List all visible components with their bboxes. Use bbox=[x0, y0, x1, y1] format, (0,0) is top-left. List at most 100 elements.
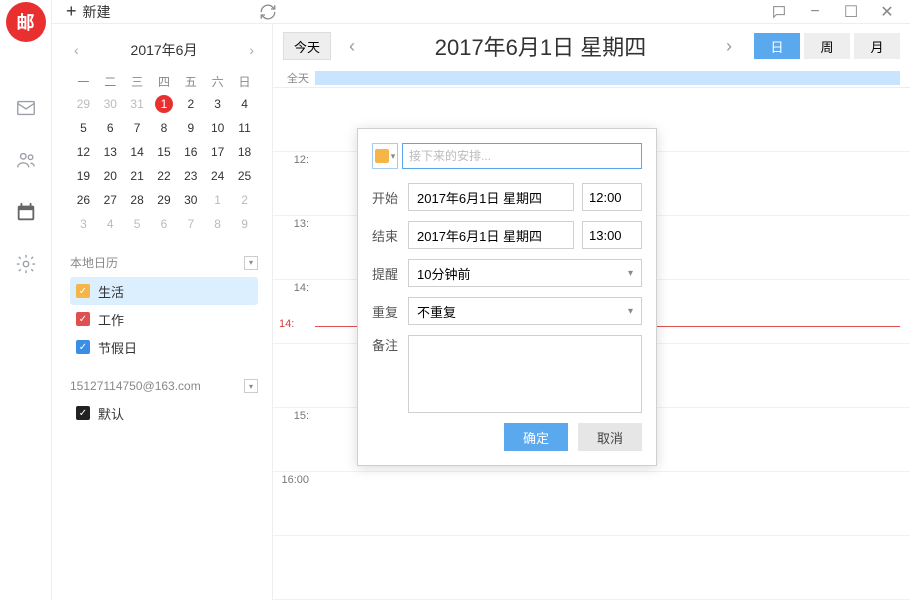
mini-cal-day[interactable]: 12 bbox=[70, 140, 97, 164]
end-time-input[interactable]: 13:00 bbox=[582, 221, 642, 249]
mini-cal-day[interactable]: 18 bbox=[231, 140, 258, 164]
mini-cal-day[interactable]: 30 bbox=[177, 188, 204, 212]
prev-day-button[interactable]: ‹ bbox=[331, 36, 373, 57]
calendar-item-label: 节假日 bbox=[98, 338, 137, 357]
mini-cal-day[interactable]: 8 bbox=[204, 212, 231, 236]
allday-label: 全天 bbox=[273, 70, 315, 86]
start-time-input[interactable]: 12:00 bbox=[582, 183, 642, 211]
refresh-icon[interactable] bbox=[259, 3, 277, 21]
new-button-label: 新建 bbox=[83, 2, 111, 22]
hour-row[interactable]: 16:00 bbox=[273, 472, 910, 536]
allday-strip[interactable] bbox=[315, 71, 900, 85]
mini-cal-day[interactable]: 25 bbox=[231, 164, 258, 188]
end-date-input[interactable]: 2017年6月1日 星期四 bbox=[408, 221, 574, 249]
group-caret-icon[interactable]: ▾ bbox=[244, 379, 258, 393]
mini-cal-day[interactable]: 2 bbox=[177, 92, 204, 116]
comment-icon[interactable] bbox=[770, 3, 788, 21]
calendar-icon[interactable] bbox=[14, 200, 38, 224]
mini-cal-day[interactable]: 5 bbox=[124, 212, 151, 236]
date-title: 2017年6月1日 星期四 bbox=[373, 30, 708, 62]
new-event-dialog: ▾ 开始 2017年6月1日 星期四 12:00 结束 2017年6月1日 星期… bbox=[357, 128, 657, 466]
mini-cal-day[interactable]: 1 bbox=[151, 92, 178, 116]
mini-cal-day[interactable]: 29 bbox=[151, 188, 178, 212]
mini-cal-day[interactable]: 27 bbox=[97, 188, 124, 212]
mini-cal-day[interactable]: 9 bbox=[177, 116, 204, 140]
view-day-tab[interactable]: 日 bbox=[754, 33, 800, 59]
mini-cal-day[interactable]: 7 bbox=[177, 212, 204, 236]
repeat-select[interactable]: 不重复▾ bbox=[408, 297, 642, 325]
mini-cal-day[interactable]: 4 bbox=[97, 212, 124, 236]
view-month-tab[interactable]: 月 bbox=[854, 33, 900, 59]
mini-cal-day[interactable]: 31 bbox=[124, 92, 151, 116]
mini-cal-day[interactable]: 17 bbox=[204, 140, 231, 164]
mini-cal-day[interactable]: 23 bbox=[177, 164, 204, 188]
mini-calendar: 一二三四五六日 29303112345678910111213141516171… bbox=[70, 70, 258, 236]
mini-cal-day[interactable]: 22 bbox=[151, 164, 178, 188]
next-day-button[interactable]: › bbox=[708, 36, 750, 57]
hour-label: 13: bbox=[273, 216, 315, 279]
mini-cal-day[interactable]: 7 bbox=[124, 116, 151, 140]
mini-cal-day[interactable]: 30 bbox=[97, 92, 124, 116]
calendar-checkbox[interactable]: ✓ bbox=[76, 340, 90, 354]
calendar-item-label: 生活 bbox=[98, 282, 124, 301]
mini-cal-day[interactable]: 10 bbox=[204, 116, 231, 140]
memo-textarea[interactable] bbox=[408, 335, 642, 413]
mini-cal-day[interactable]: 2 bbox=[231, 188, 258, 212]
calendar-group-account: 15127114750@163.com ▾ ✓默认 bbox=[70, 379, 258, 427]
mini-cal-day[interactable]: 16 bbox=[177, 140, 204, 164]
calendar-item[interactable]: ✓工作 bbox=[70, 305, 258, 333]
mail-icon[interactable] bbox=[14, 96, 38, 120]
settings-icon[interactable] bbox=[14, 252, 38, 276]
maximize-button[interactable]: ☐ bbox=[842, 3, 860, 21]
weekday-header: 五 bbox=[177, 70, 204, 92]
weekday-header: 三 bbox=[124, 70, 151, 92]
calendar-item[interactable]: ✓ 节假日 bbox=[70, 333, 258, 361]
mini-cal-day[interactable]: 11 bbox=[231, 116, 258, 140]
minimize-button[interactable]: − bbox=[806, 3, 824, 21]
hour-row[interactable] bbox=[273, 536, 910, 600]
mini-cal-day[interactable]: 8 bbox=[151, 116, 178, 140]
mini-cal-day[interactable]: 29 bbox=[70, 92, 97, 116]
mini-cal-day[interactable]: 4 bbox=[231, 92, 258, 116]
group-title: 15127114750@163.com bbox=[70, 379, 201, 393]
mini-cal-day[interactable]: 14 bbox=[124, 140, 151, 164]
mini-cal-day[interactable]: 6 bbox=[151, 212, 178, 236]
reminder-select[interactable]: 10分钟前▾ bbox=[408, 259, 642, 287]
mini-cal-day[interactable]: 6 bbox=[97, 116, 124, 140]
ok-button[interactable]: 确定 bbox=[504, 423, 568, 451]
mini-cal-day[interactable]: 3 bbox=[204, 92, 231, 116]
calendar-item[interactable]: ✓默认 bbox=[70, 399, 258, 427]
new-button[interactable]: + 新建 bbox=[66, 1, 111, 22]
today-button[interactable]: 今天 bbox=[283, 32, 331, 60]
calendar-item[interactable]: ✓ 生活 bbox=[70, 277, 258, 305]
calendar-checkbox[interactable]: ✓ bbox=[76, 284, 90, 298]
end-label: 结束 bbox=[372, 226, 408, 245]
mini-cal-day[interactable]: 1 bbox=[204, 188, 231, 212]
mini-cal-day[interactable]: 5 bbox=[70, 116, 97, 140]
mini-cal-day[interactable]: 19 bbox=[70, 164, 97, 188]
start-date-input[interactable]: 2017年6月1日 星期四 bbox=[408, 183, 574, 211]
sidebar: ‹ 2017年6月 › 一二三四五六日 29303112345678910111… bbox=[52, 24, 272, 600]
cancel-button[interactable]: 取消 bbox=[578, 423, 642, 451]
mini-cal-day[interactable]: 9 bbox=[231, 212, 258, 236]
contacts-icon[interactable] bbox=[14, 148, 38, 172]
calendar-checkbox[interactable]: ✓ bbox=[76, 406, 90, 420]
view-week-tab[interactable]: 周 bbox=[804, 33, 850, 59]
event-title-input[interactable] bbox=[402, 143, 642, 169]
calendar-group-local: 本地日历 ▾ ✓生活✓工作✓节假日 bbox=[70, 254, 258, 361]
mini-cal-title: 2017年6月 bbox=[83, 40, 246, 60]
group-caret-icon[interactable]: ▾ bbox=[244, 256, 258, 270]
calendar-checkbox[interactable]: ✓ bbox=[76, 312, 90, 326]
close-button[interactable]: ✕ bbox=[878, 3, 896, 21]
mini-cal-day[interactable]: 26 bbox=[70, 188, 97, 212]
mini-cal-day[interactable]: 20 bbox=[97, 164, 124, 188]
mini-cal-day[interactable]: 24 bbox=[204, 164, 231, 188]
calendar-picker[interactable]: ▾ bbox=[372, 143, 398, 169]
prev-month-button[interactable]: ‹ bbox=[70, 42, 83, 58]
mini-cal-day[interactable]: 21 bbox=[124, 164, 151, 188]
mini-cal-day[interactable]: 13 bbox=[97, 140, 124, 164]
mini-cal-day[interactable]: 3 bbox=[70, 212, 97, 236]
next-month-button[interactable]: › bbox=[245, 42, 258, 58]
mini-cal-day[interactable]: 28 bbox=[124, 188, 151, 212]
mini-cal-day[interactable]: 15 bbox=[151, 140, 178, 164]
